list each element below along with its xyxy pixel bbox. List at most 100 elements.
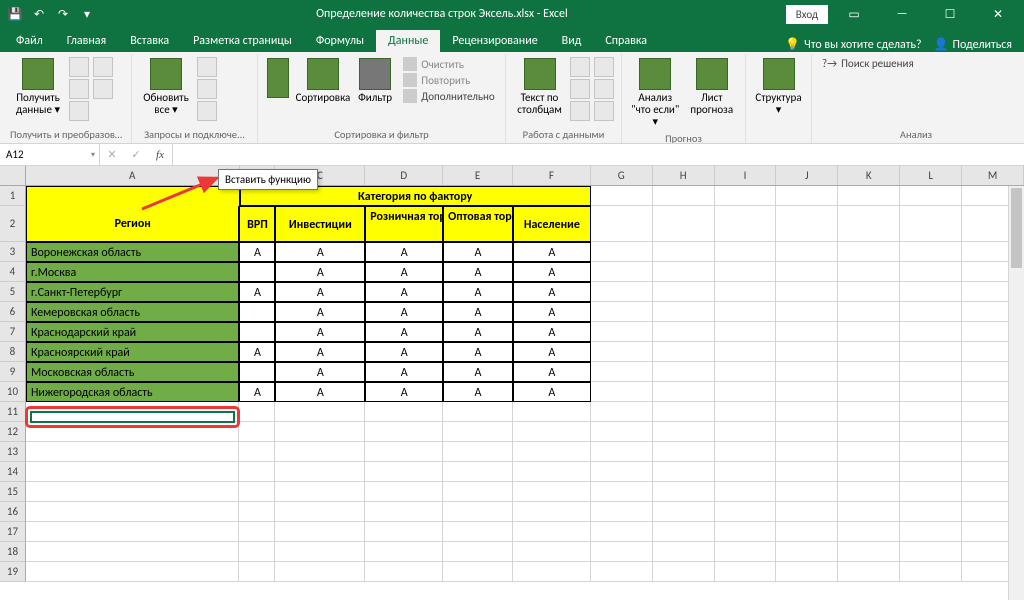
cell[interactable] — [239, 262, 275, 282]
undo-icon[interactable]: ↶ — [28, 3, 50, 25]
cell[interactable]: A — [275, 242, 365, 262]
cell[interactable]: Красноярский край — [26, 342, 240, 362]
forecast-button[interactable]: Лист прогноза — [685, 56, 740, 118]
cell[interactable] — [715, 342, 777, 362]
cell[interactable] — [776, 262, 838, 282]
cell[interactable] — [715, 206, 777, 242]
cell[interactable] — [591, 186, 653, 206]
cell[interactable] — [900, 322, 962, 342]
cell[interactable]: A — [275, 282, 365, 302]
cell[interactable] — [239, 462, 275, 482]
cell[interactable] — [776, 522, 838, 542]
cell[interactable] — [715, 382, 777, 402]
cell[interactable] — [776, 206, 838, 242]
cell[interactable] — [591, 542, 653, 562]
cell[interactable] — [715, 502, 777, 522]
cell[interactable]: Розничная торговля — [365, 206, 443, 242]
cell[interactable] — [591, 502, 653, 522]
clear-filter-button[interactable]: Очистить — [399, 56, 499, 72]
cell[interactable] — [653, 522, 715, 542]
row-header[interactable]: 17 — [0, 522, 26, 542]
cell[interactable] — [776, 422, 838, 442]
row-header[interactable]: 11 — [0, 402, 26, 422]
cell[interactable]: A — [365, 322, 443, 342]
cell[interactable]: A — [513, 262, 591, 282]
cell[interactable] — [513, 522, 591, 542]
cell[interactable]: A — [513, 282, 591, 302]
cell[interactable] — [513, 462, 591, 482]
cell[interactable]: A — [513, 362, 591, 382]
cell[interactable] — [776, 442, 838, 462]
cell[interactable] — [838, 282, 900, 302]
cell[interactable] — [591, 382, 653, 402]
cell[interactable] — [838, 522, 900, 542]
sort-az-button[interactable] — [264, 56, 293, 102]
cell[interactable]: A — [275, 362, 365, 382]
cell[interactable] — [26, 402, 240, 422]
cell[interactable] — [275, 542, 365, 562]
cell[interactable] — [591, 282, 653, 302]
cell[interactable] — [653, 562, 715, 582]
maximize-icon[interactable]: ☐ — [928, 0, 972, 28]
cell[interactable] — [365, 562, 443, 582]
tab-layout[interactable]: Разметка страницы — [181, 30, 304, 52]
tab-view[interactable]: Вид — [550, 30, 594, 52]
recent-sources-icon[interactable] — [93, 57, 113, 77]
cell[interactable] — [26, 462, 240, 482]
cell[interactable] — [838, 206, 900, 242]
tab-data[interactable]: Данные — [376, 30, 440, 52]
cell[interactable] — [776, 242, 838, 262]
cell[interactable] — [838, 242, 900, 262]
cell[interactable] — [443, 562, 513, 582]
cell[interactable] — [653, 282, 715, 302]
cell[interactable] — [239, 402, 275, 422]
cell[interactable]: Московская область — [26, 362, 240, 382]
cell[interactable]: A — [275, 342, 365, 362]
cell[interactable] — [838, 562, 900, 582]
cell[interactable]: A — [365, 362, 443, 382]
cell[interactable]: Краснодарский край — [26, 322, 240, 342]
col-header[interactable]: H — [653, 166, 715, 185]
close-icon[interactable]: ✕ — [976, 0, 1020, 28]
cell[interactable] — [26, 562, 240, 582]
minimize-icon[interactable]: — — [880, 0, 924, 28]
insert-function-button[interactable]: fx — [148, 144, 172, 165]
what-if-button[interactable]: Анализ "что если" ▾ — [628, 56, 683, 130]
row-header[interactable]: 5 — [0, 282, 26, 302]
cell[interactable] — [591, 522, 653, 542]
cell[interactable] — [776, 562, 838, 582]
cell[interactable]: A — [365, 342, 443, 362]
col-header[interactable]: A — [26, 166, 240, 185]
cell[interactable] — [591, 422, 653, 442]
cell[interactable] — [838, 422, 900, 442]
cell[interactable]: A — [443, 362, 513, 382]
sort-button[interactable]: Сортировка — [295, 56, 351, 106]
cell[interactable] — [591, 402, 653, 422]
vertical-scrollbar[interactable] — [1008, 186, 1024, 600]
cell[interactable] — [239, 442, 275, 462]
cell[interactable] — [26, 482, 240, 502]
cell[interactable] — [26, 542, 240, 562]
cell[interactable] — [653, 322, 715, 342]
col-header[interactable]: D — [365, 166, 443, 185]
cell[interactable] — [838, 186, 900, 206]
row-header[interactable]: 16 — [0, 502, 26, 522]
cell[interactable] — [591, 562, 653, 582]
cell[interactable] — [26, 522, 240, 542]
cell[interactable] — [653, 186, 715, 206]
advanced-button[interactable]: Дополнительно — [399, 88, 499, 104]
reapply-button[interactable]: Повторить — [399, 72, 499, 88]
from-text-icon[interactable] — [69, 57, 89, 77]
tab-home[interactable]: Главная — [55, 30, 118, 52]
cell[interactable] — [715, 442, 777, 462]
cell[interactable]: A — [365, 302, 443, 322]
cell[interactable] — [275, 522, 365, 542]
cell[interactable] — [838, 462, 900, 482]
cell[interactable]: A — [365, 282, 443, 302]
cell[interactable]: Кемеровская область — [26, 302, 240, 322]
cell[interactable] — [838, 322, 900, 342]
select-all-corner[interactable] — [0, 166, 26, 185]
outline-button[interactable]: Структура ▾ — [752, 56, 805, 118]
cell[interactable] — [900, 562, 962, 582]
row-header[interactable]: 1 — [0, 186, 26, 206]
